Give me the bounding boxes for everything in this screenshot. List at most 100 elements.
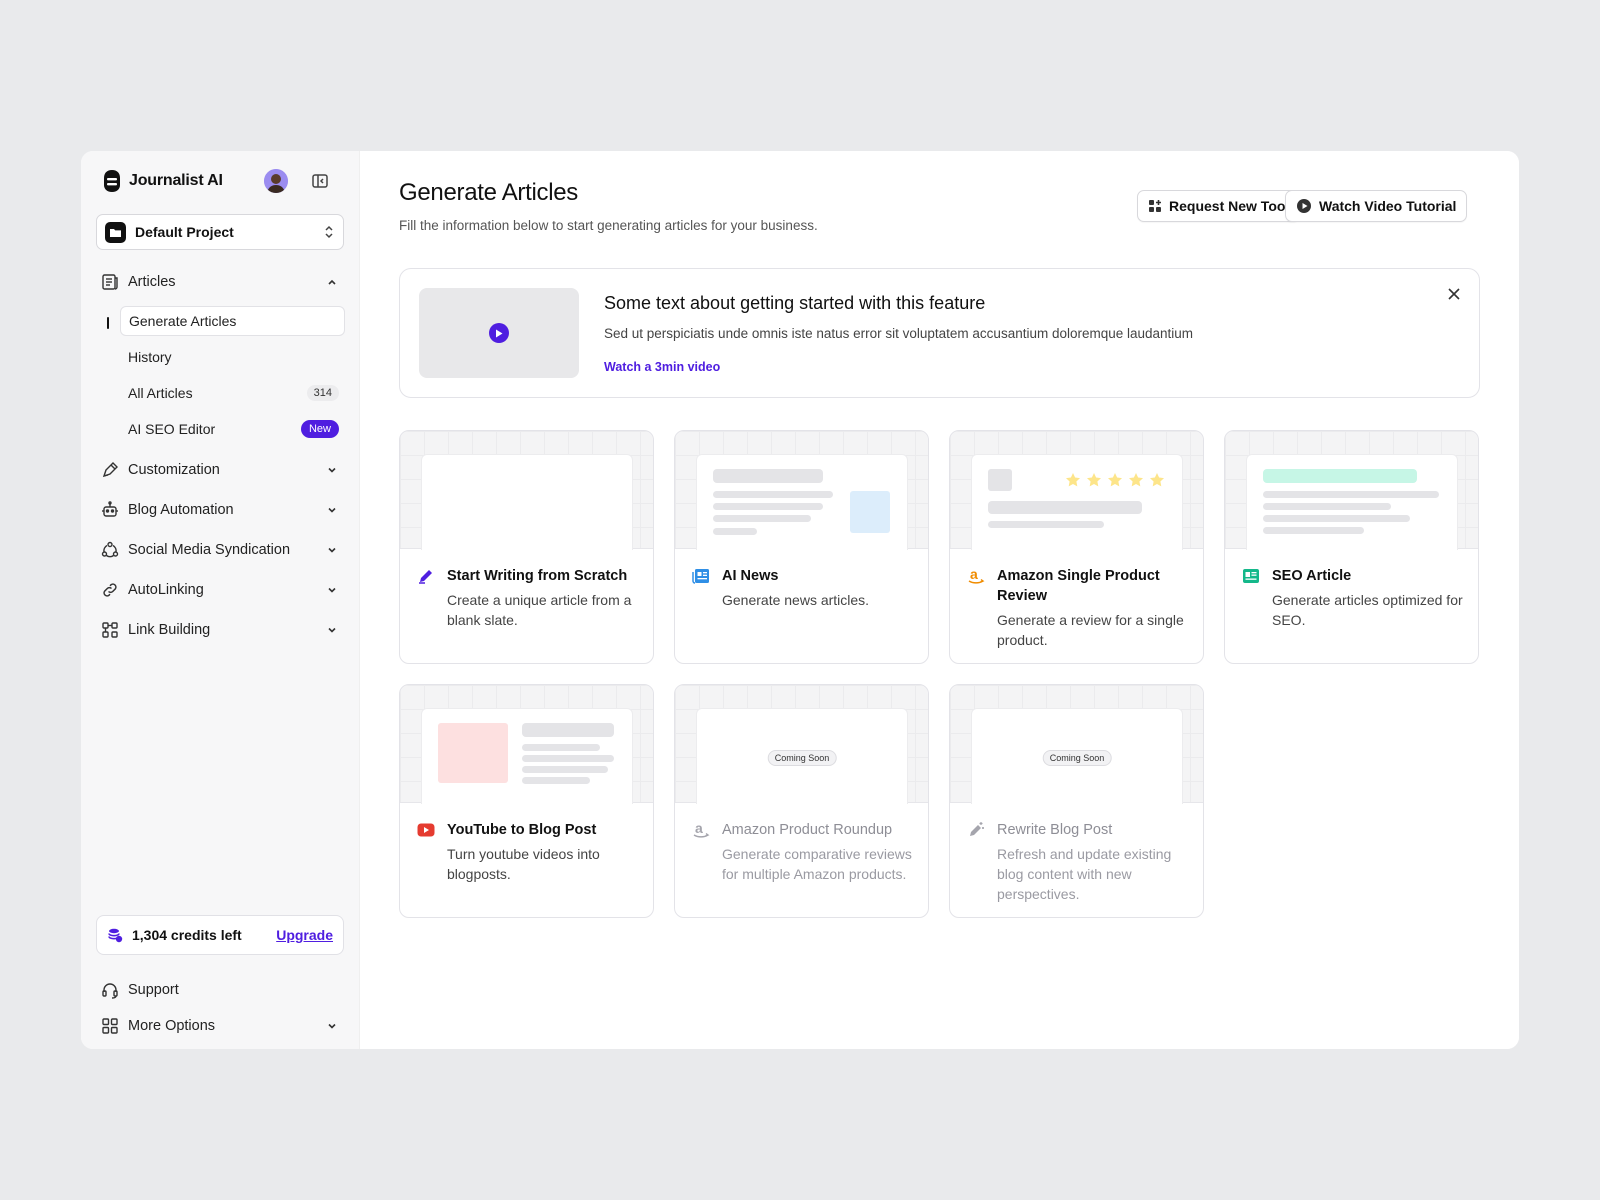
youtube-icon: [416, 820, 436, 840]
tool-card-amazon-roundup[interactable]: Coming Soon a Amazon Product Roundup Gen…: [674, 684, 929, 918]
rating-stars: [1065, 472, 1165, 488]
nav-social-media-syndication[interactable]: Social Media Syndication: [100, 536, 340, 564]
nav-label: Articles: [128, 274, 176, 290]
nav-label: Support: [128, 982, 179, 998]
project-selector[interactable]: Default Project: [96, 214, 344, 250]
journalist-logo-icon: [102, 169, 122, 193]
tool-card-ai-news[interactable]: AI News Generate news articles.: [674, 430, 929, 664]
card-preview: [950, 431, 1203, 550]
card-title: AI News: [722, 568, 779, 584]
card-preview: [400, 431, 653, 550]
play-icon: [489, 323, 509, 343]
card-title: Rewrite Blog Post: [997, 822, 1113, 838]
document-icon: [100, 272, 120, 292]
blocks-icon: [100, 620, 120, 640]
close-icon[interactable]: [1447, 287, 1461, 301]
sidebar: Journalist AI Default Project Articles G…: [81, 151, 360, 1049]
robot-icon: [100, 500, 120, 520]
app-window: Journalist AI Default Project Articles G…: [81, 151, 1519, 1049]
tool-card-amazon-single-review[interactable]: a Amazon Single Product Review Generate …: [949, 430, 1204, 664]
sub-ai-seo-editor[interactable]: AI SEO Editor New: [120, 414, 345, 444]
sub-generate-articles[interactable]: Generate Articles: [120, 306, 345, 336]
magic-pen-icon: [966, 820, 986, 840]
sub-label: All Articles: [128, 385, 193, 401]
card-description: Generate a review for a single product.: [997, 612, 1184, 648]
card-title: SEO Article: [1272, 568, 1352, 584]
chevron-down-icon: [326, 544, 338, 556]
amazon-icon: a: [691, 820, 711, 840]
nav-label: Social Media Syndication: [128, 542, 291, 558]
chevron-down-icon: [326, 624, 338, 636]
video-thumbnail[interactable]: [419, 288, 579, 378]
svg-text:a: a: [695, 821, 703, 836]
tool-card-youtube-to-blog[interactable]: YouTube to Blog Post Turn youtube videos…: [399, 684, 654, 918]
nav-label: Customization: [128, 462, 220, 478]
pen-tool-icon: [100, 460, 120, 480]
chevron-updown-icon: [323, 225, 335, 239]
brand-title: Journalist AI: [129, 172, 223, 189]
nav-label: AutoLinking: [128, 582, 204, 598]
article-icon: [1241, 566, 1261, 586]
avatar[interactable]: [264, 169, 288, 193]
nav-autolinking[interactable]: AutoLinking: [100, 576, 340, 604]
tool-card-seo-article[interactable]: SEO Article Generate articles optimized …: [1224, 430, 1479, 664]
watch-video-link[interactable]: Watch a 3min video: [604, 360, 720, 374]
card-title: Start Writing from Scratch: [447, 568, 628, 584]
page-title: Generate Articles: [399, 179, 578, 206]
card-description: Generate articles optimized for SEO.: [1272, 592, 1463, 628]
sub-label: Generate Articles: [129, 313, 237, 329]
newspaper-icon: [691, 566, 711, 586]
button-label: Request New Tool: [1169, 198, 1290, 214]
getting-started-banner: Some text about getting started with thi…: [399, 268, 1480, 398]
svg-text:a: a: [970, 567, 978, 582]
main-content: Generate Articles Fill the information b…: [360, 151, 1519, 1049]
play-circle-icon: [1296, 198, 1312, 214]
chevron-down-icon: [326, 464, 338, 476]
card-preview: Coming Soon: [950, 685, 1203, 804]
nav-articles[interactable]: Articles: [100, 268, 340, 296]
brand[interactable]: Journalist AI: [102, 169, 223, 193]
active-marker: [107, 317, 109, 329]
sub-all-articles[interactable]: All Articles 314: [120, 378, 345, 408]
card-preview: [675, 431, 928, 550]
tool-card-start-writing[interactable]: Start Writing from Scratch Create a uniq…: [399, 430, 654, 664]
apps-plus-icon: [1148, 199, 1162, 213]
nav-more-options[interactable]: More Options: [100, 1012, 340, 1040]
card-title: Amazon Product Roundup: [722, 822, 893, 838]
card-description: Refresh and update existing blog content…: [997, 846, 1172, 902]
request-new-tool-button[interactable]: Request New Tool: [1137, 190, 1301, 222]
card-description: Create a unique article from a blank sla…: [447, 592, 632, 628]
sub-label: History: [128, 349, 172, 365]
tool-card-rewrite-blog-post[interactable]: Coming Soon Rewrite Blog Post Refresh an…: [949, 684, 1204, 918]
watch-video-tutorial-button[interactable]: Watch Video Tutorial: [1285, 190, 1468, 222]
chevron-down-icon: [326, 504, 338, 516]
card-description: Turn youtube videos into blogposts.: [447, 846, 600, 882]
card-preview: [1225, 431, 1478, 550]
article-count-badge: 314: [306, 385, 339, 401]
card-title: Amazon Single Product Review: [997, 568, 1160, 604]
chevron-down-icon: [326, 584, 338, 596]
sub-history[interactable]: History: [120, 342, 345, 372]
nav-link-building[interactable]: Link Building: [100, 616, 340, 644]
upgrade-link[interactable]: Upgrade: [276, 927, 333, 943]
chevron-up-icon: [326, 276, 338, 288]
pen-icon: [416, 566, 436, 586]
card-description: Generate news articles.: [722, 592, 870, 608]
nav-label: More Options: [128, 1018, 216, 1034]
project-name: Default Project: [135, 224, 234, 240]
share-nodes-icon: [100, 540, 120, 560]
coins-icon: [107, 927, 123, 943]
card-description: Generate comparative reviews for multipl…: [722, 846, 912, 882]
button-label: Watch Video Tutorial: [1319, 198, 1457, 214]
nav-blog-automation[interactable]: Blog Automation: [100, 496, 340, 524]
card-title: YouTube to Blog Post: [447, 822, 597, 838]
headset-icon: [100, 980, 120, 1000]
page-subtitle: Fill the information below to start gene…: [399, 218, 818, 233]
credits-box: 1,304 credits left Upgrade: [96, 915, 344, 955]
collapse-sidebar-icon[interactable]: [311, 172, 329, 190]
nav-support[interactable]: Support: [100, 976, 340, 1004]
amazon-icon: a: [966, 566, 986, 586]
chevron-down-icon: [326, 1020, 338, 1032]
sub-label: AI SEO Editor: [128, 421, 216, 437]
nav-customization[interactable]: Customization: [100, 456, 340, 484]
